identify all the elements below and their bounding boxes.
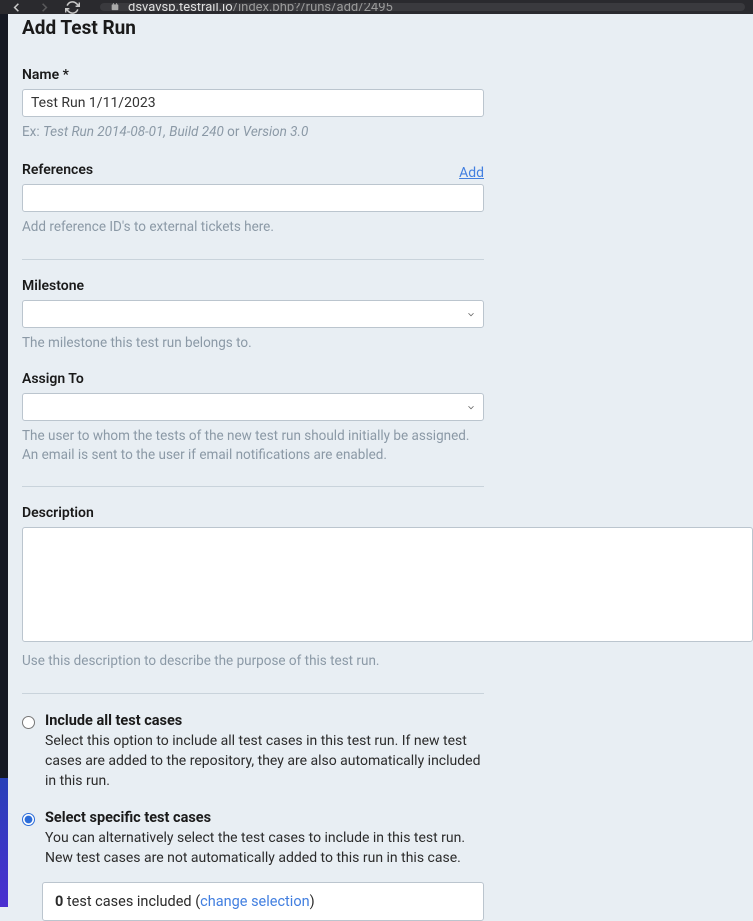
references-input[interactable] bbox=[22, 184, 484, 212]
name-input[interactable] bbox=[22, 89, 484, 117]
include-all-desc: Select this option to include all test c… bbox=[45, 732, 485, 791]
description-help: Use this description to describe the pur… bbox=[22, 652, 482, 671]
page-title: Add Test Run bbox=[22, 14, 753, 39]
url-text: dsvavsp.testrail.io/index.php?/runs/add/… bbox=[128, 3, 393, 11]
divider bbox=[22, 693, 484, 694]
browser-toolbar: dsvavsp.testrail.io/index.php?/runs/add/… bbox=[0, 0, 753, 14]
include-specific-radio[interactable] bbox=[22, 813, 35, 826]
divider bbox=[22, 259, 484, 260]
include-specific-label: Select specific test cases bbox=[45, 809, 485, 826]
include-specific-desc: You can alternatively select the test ca… bbox=[45, 829, 485, 868]
description-textarea[interactable] bbox=[22, 527, 753, 642]
back-icon[interactable] bbox=[8, 0, 24, 15]
references-help: Add reference ID's to external tickets h… bbox=[22, 218, 482, 237]
change-selection-link[interactable]: change selection bbox=[200, 893, 309, 910]
name-help: Ex: Test Run 2014-08-01, Build 240 or Ve… bbox=[22, 123, 482, 142]
url-bar[interactable]: dsvavsp.testrail.io/index.php?/runs/add/… bbox=[100, 3, 745, 11]
references-add-link[interactable]: Add bbox=[459, 165, 484, 181]
include-all-label: Include all test cases bbox=[45, 712, 485, 729]
forward-icon[interactable] bbox=[36, 0, 52, 15]
assignto-help: The user to whom the tests of the new te… bbox=[22, 427, 482, 465]
reload-icon[interactable] bbox=[64, 0, 80, 15]
lock-icon bbox=[110, 3, 120, 11]
description-label: Description bbox=[22, 505, 753, 521]
milestone-label: Milestone bbox=[22, 278, 753, 294]
include-all-radio[interactable] bbox=[22, 716, 35, 729]
name-label: Name * bbox=[22, 67, 753, 83]
assignto-label: Assign To bbox=[22, 371, 753, 387]
selection-summary: 0 test cases included (change selection) bbox=[42, 882, 484, 921]
references-label: References bbox=[22, 162, 93, 178]
milestone-help: The milestone this test run belongs to. bbox=[22, 334, 482, 353]
milestone-select[interactable] bbox=[22, 300, 484, 328]
assignto-select[interactable] bbox=[22, 393, 484, 421]
left-nav-strip bbox=[0, 14, 8, 907]
divider bbox=[22, 486, 484, 487]
